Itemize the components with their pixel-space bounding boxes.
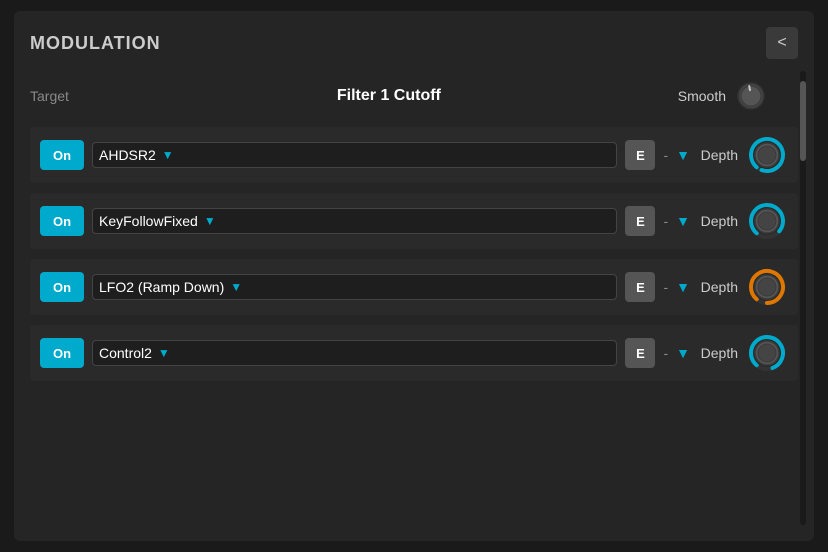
- collapse-button[interactable]: <: [766, 27, 798, 59]
- scrollbar[interactable]: [800, 71, 806, 525]
- dash-label-1: -: [663, 147, 668, 163]
- mod-row-2: On KeyFollowFixed ▼ E - ▼ Depth: [30, 193, 798, 249]
- e-button-2[interactable]: E: [625, 206, 655, 236]
- source-name-2: KeyFollowFixed: [99, 213, 198, 229]
- modulation-panel: MODULATION < Target Filter 1 Cutoff Smoo…: [14, 11, 814, 541]
- e-button-4[interactable]: E: [625, 338, 655, 368]
- panel-header: MODULATION <: [30, 27, 798, 59]
- depth-knob-4[interactable]: [746, 332, 788, 374]
- depth-knob-1[interactable]: [746, 134, 788, 176]
- smooth-knob[interactable]: [734, 79, 768, 113]
- mod-rows-container: On AHDSR2 ▼ E - ▼ Depth On: [30, 127, 798, 381]
- arrow-down-button-1[interactable]: ▼: [676, 147, 690, 163]
- depth-label-1: Depth: [698, 147, 738, 163]
- target-label: Target: [30, 88, 100, 104]
- source-dropdown-4[interactable]: Control2 ▼: [92, 340, 617, 366]
- on-button-2[interactable]: On: [40, 206, 84, 236]
- depth-knob-3[interactable]: [746, 266, 788, 308]
- depth-label-3: Depth: [698, 279, 738, 295]
- target-name: Filter 1 Cutoff: [100, 87, 678, 105]
- source-name-4: Control2: [99, 345, 152, 361]
- source-name-1: AHDSR2: [99, 147, 156, 163]
- source-dropdown-3[interactable]: LFO2 (Ramp Down) ▼: [92, 274, 617, 300]
- target-row: Target Filter 1 Cutoff Smooth: [30, 79, 798, 113]
- source-dropdown-2[interactable]: KeyFollowFixed ▼: [92, 208, 617, 234]
- depth-label-4: Depth: [698, 345, 738, 361]
- mod-row-3: On LFO2 (Ramp Down) ▼ E - ▼ Depth: [30, 259, 798, 315]
- scrollbar-thumb: [800, 81, 806, 161]
- source-name-3: LFO2 (Ramp Down): [99, 279, 224, 295]
- arrow-down-button-2[interactable]: ▼: [676, 213, 690, 229]
- arrow-down-button-3[interactable]: ▼: [676, 279, 690, 295]
- e-button-3[interactable]: E: [625, 272, 655, 302]
- dash-label-4: -: [663, 345, 668, 361]
- dash-label-2: -: [663, 213, 668, 229]
- on-button-1[interactable]: On: [40, 140, 84, 170]
- dropdown-chevron-4: ▼: [158, 346, 170, 360]
- mod-row-4: On Control2 ▼ E - ▼ Depth: [30, 325, 798, 381]
- smooth-label: Smooth: [678, 88, 726, 104]
- depth-label-2: Depth: [698, 213, 738, 229]
- on-button-4[interactable]: On: [40, 338, 84, 368]
- dropdown-chevron-2: ▼: [204, 214, 216, 228]
- mod-row-1: On AHDSR2 ▼ E - ▼ Depth: [30, 127, 798, 183]
- depth-knob-2[interactable]: [746, 200, 788, 242]
- source-dropdown-1[interactable]: AHDSR2 ▼: [92, 142, 617, 168]
- dash-label-3: -: [663, 279, 668, 295]
- arrow-down-button-4[interactable]: ▼: [676, 345, 690, 361]
- dropdown-chevron-1: ▼: [162, 148, 174, 162]
- panel-title: MODULATION: [30, 33, 161, 54]
- on-button-3[interactable]: On: [40, 272, 84, 302]
- e-button-1[interactable]: E: [625, 140, 655, 170]
- dropdown-chevron-3: ▼: [230, 280, 242, 294]
